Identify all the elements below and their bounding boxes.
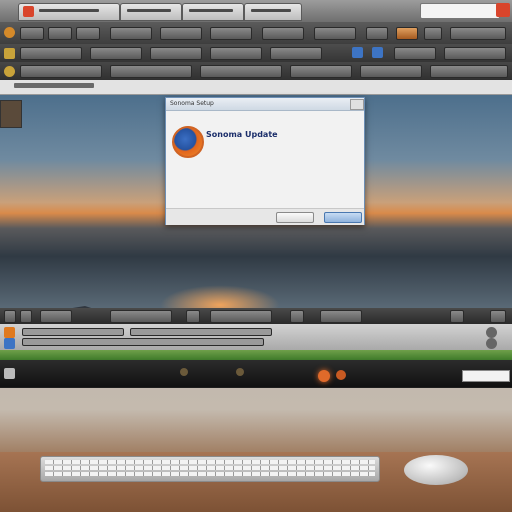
toolbar-button[interactable]: [450, 310, 464, 323]
toolbar-button[interactable]: [76, 27, 100, 40]
tab-label: [251, 9, 291, 12]
address-text: [14, 83, 94, 88]
toolbar-row-3: [0, 62, 512, 80]
toolbar-row-1: [0, 22, 512, 44]
toolbar-button[interactable]: [20, 27, 44, 40]
dialog-titlebar: Sonoma Setup: [166, 98, 364, 111]
mouse: [404, 455, 468, 485]
monitor-screen: Sonoma Setup Sonoma Update: [0, 0, 512, 388]
tab-2[interactable]: [120, 3, 182, 21]
tab-3[interactable]: [182, 3, 244, 21]
tab-label: [189, 9, 233, 12]
toolbar-button[interactable]: [314, 27, 356, 40]
toolbar-button[interactable]: [110, 27, 152, 40]
toolbar-button[interactable]: [210, 27, 252, 40]
toolbar-button[interactable]: [290, 65, 352, 78]
toolbar-button[interactable]: [424, 27, 442, 40]
toolbar-button[interactable]: [48, 27, 72, 40]
browser-tab-icon: [23, 6, 34, 17]
toolbar-button[interactable]: [20, 65, 102, 78]
toolbar-button[interactable]: [150, 47, 202, 60]
toolbar-button[interactable]: [490, 310, 506, 323]
keyboard: [40, 456, 380, 482]
search-input[interactable]: [462, 370, 510, 382]
window-toolbar: [0, 308, 512, 324]
tab-strip: [0, 0, 512, 22]
dialog-footer: [166, 208, 364, 225]
app-logo-icon: [172, 126, 204, 158]
toolbar-button[interactable]: [4, 310, 16, 323]
toolbar-button[interactable]: [20, 310, 32, 323]
toolbar-button[interactable]: [320, 310, 362, 323]
status-line: [22, 328, 124, 336]
toolbar-button[interactable]: [444, 47, 506, 60]
keyboard-row: [45, 466, 375, 470]
toolbar-button[interactable]: [366, 27, 388, 40]
app-logo-icon: [4, 27, 15, 38]
keyboard-row: [45, 460, 375, 464]
tray-icon[interactable]: [336, 370, 346, 380]
tray-icon[interactable]: [318, 370, 330, 382]
dialog-heading: Sonoma Update: [206, 130, 278, 139]
close-icon[interactable]: [350, 99, 364, 110]
browser-chrome: [0, 0, 512, 80]
search-input[interactable]: [420, 3, 500, 19]
taskbar: [0, 360, 512, 387]
toolbar-button[interactable]: [360, 65, 422, 78]
settings-icon[interactable]: [486, 327, 497, 338]
tray-icon[interactable]: [236, 368, 244, 376]
browser-tab-icon[interactable]: [372, 47, 383, 58]
dialog-title: Sonoma Setup: [170, 100, 214, 107]
app-logo-icon: [4, 66, 15, 77]
status-line: [22, 338, 264, 346]
toolbar-button[interactable]: [110, 65, 192, 78]
close-button[interactable]: [496, 3, 510, 17]
desktop-app-icon[interactable]: [0, 100, 22, 128]
address-bar[interactable]: [0, 80, 512, 95]
toolbar-button[interactable]: [210, 47, 262, 60]
toolbar-button[interactable]: [20, 47, 82, 60]
settings-icon[interactable]: [4, 48, 15, 59]
toolbar-button[interactable]: [40, 310, 72, 323]
toolbar-button[interactable]: [200, 65, 282, 78]
browser-tab-icon[interactable]: [352, 47, 363, 58]
toolbar-button[interactable]: [186, 310, 200, 323]
toolbar-row-2: [0, 44, 512, 62]
toolbar-button[interactable]: [90, 47, 142, 60]
toolbar-button[interactable]: [430, 65, 508, 78]
toolbar-button[interactable]: [110, 310, 172, 323]
toolbar-button[interactable]: [290, 310, 304, 323]
app-logo-icon: [4, 327, 15, 338]
keyboard-row: [45, 472, 375, 476]
update-dialog: Sonoma Setup Sonoma Update: [165, 97, 365, 225]
tray-icon[interactable]: [180, 368, 188, 376]
toolbar-button[interactable]: [160, 27, 202, 40]
status-line: [130, 328, 272, 336]
status-panel: [0, 324, 512, 350]
cancel-button[interactable]: [276, 212, 314, 223]
ok-button[interactable]: [324, 212, 362, 223]
toolbar-button[interactable]: [396, 27, 418, 40]
start-icon[interactable]: [4, 368, 15, 379]
browser-tab-icon: [4, 338, 15, 349]
toolbar-button[interactable]: [210, 310, 272, 323]
tab-4[interactable]: [244, 3, 302, 21]
tab-label: [127, 9, 171, 12]
toolbar-button[interactable]: [270, 47, 322, 60]
tab-1[interactable]: [18, 3, 120, 21]
toolbar-button[interactable]: [262, 27, 304, 40]
toolbar-button[interactable]: [450, 27, 506, 40]
settings-icon[interactable]: [486, 338, 497, 349]
tab-label: [39, 9, 99, 12]
progress-strip: [0, 350, 512, 360]
toolbar-button[interactable]: [394, 47, 436, 60]
